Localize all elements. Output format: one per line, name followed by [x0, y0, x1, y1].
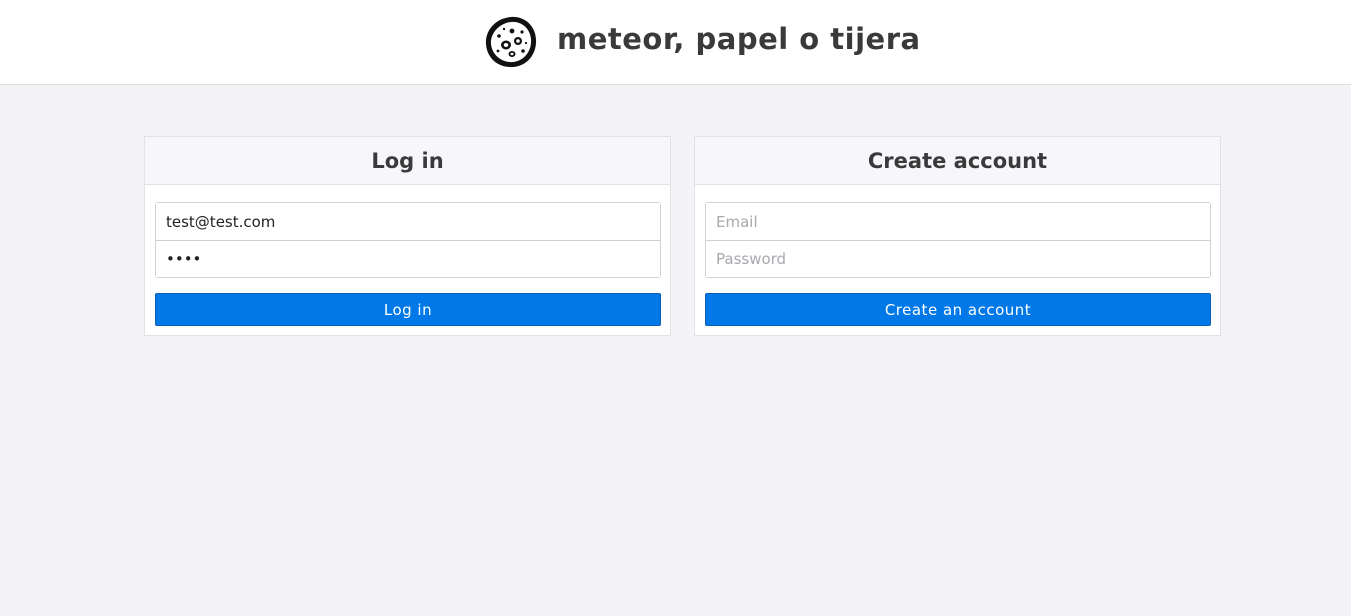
login-password-input[interactable]: [156, 240, 660, 277]
signup-panel: Create account Create an account: [694, 136, 1221, 336]
login-email-input[interactable]: [156, 203, 660, 240]
login-fields: [155, 202, 661, 278]
site-header: meteor, papel o tijera: [0, 0, 1351, 85]
signup-heading: Create account: [695, 137, 1220, 185]
signup-fields: [705, 202, 1211, 278]
login-button[interactable]: Log in: [155, 293, 661, 326]
meteor-icon: [482, 13, 540, 71]
signup-email-input[interactable]: [706, 203, 1210, 240]
site-title: meteor, papel o tijera: [557, 22, 921, 56]
signup-password-input[interactable]: [706, 240, 1210, 277]
login-panel: Log in Log in: [144, 136, 671, 336]
login-heading: Log in: [145, 137, 670, 185]
create-account-button[interactable]: Create an account: [705, 293, 1211, 326]
